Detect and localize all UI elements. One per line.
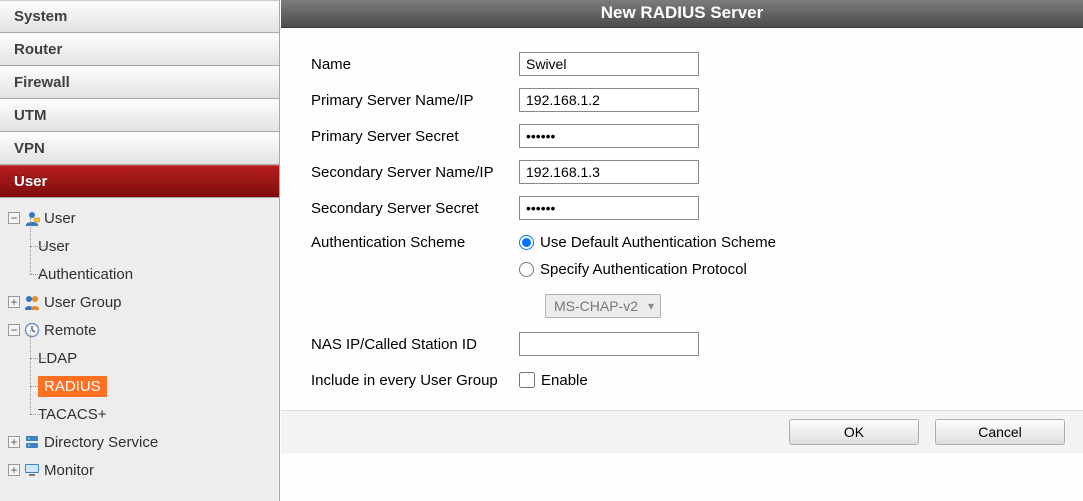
secondary-ip-input[interactable] [519,160,699,184]
nav-utm[interactable]: UTM [0,99,279,132]
tree-node-ldap[interactable]: LDAP [30,344,279,372]
auth-default-option[interactable]: Use Default Authentication Scheme [519,234,776,251]
tree-node-radius[interactable]: RADIUS [30,372,279,400]
ok-button[interactable]: OK [789,419,919,445]
auth-specify-label: Specify Authentication Protocol [540,261,747,278]
main-panel: New RADIUS Server Name Primary Server Na… [280,0,1083,501]
tree-node-remote[interactable]: − Remote [8,316,279,344]
auth-default-radio[interactable] [519,235,534,250]
tree-node-authentication[interactable]: Authentication [30,260,279,288]
clock-icon [24,322,40,338]
tree-node-user-group[interactable]: + User Group [8,288,279,316]
cancel-button[interactable]: Cancel [935,419,1065,445]
tree-label: Directory Service [44,434,158,451]
secondary-secret-input[interactable] [519,196,699,220]
tree-node-user-user[interactable]: User [30,232,279,260]
collapse-icon[interactable]: − [8,324,20,336]
include-enable-option[interactable]: Enable [519,372,588,389]
label-secondary-ip: Secondary Server Name/IP [311,164,519,181]
tree-node-tacacs[interactable]: TACACS+ [30,400,279,428]
nav-firewall[interactable]: Firewall [0,66,279,99]
tree-label: TACACS+ [38,406,107,423]
expand-icon[interactable]: + [8,436,20,448]
nav-router[interactable]: Router [0,33,279,66]
tree-label: RADIUS [44,378,101,395]
label-include: Include in every User Group [311,372,519,389]
label-secondary-secret: Secondary Server Secret [311,200,519,217]
tree-label: Authentication [38,266,133,283]
chevron-down-icon: ▾ [648,299,654,313]
primary-secret-input[interactable] [519,124,699,148]
primary-ip-input[interactable] [519,88,699,112]
label-primary-ip: Primary Server Name/IP [311,92,519,109]
auth-specify-option[interactable]: Specify Authentication Protocol [519,261,776,278]
label-name: Name [311,56,519,73]
tree-node-monitor[interactable]: + Monitor [8,456,279,484]
nav-system[interactable]: System [0,0,279,33]
auth-specify-radio[interactable] [519,262,534,277]
tree-label: User [38,238,70,255]
nas-input[interactable] [519,332,699,356]
group-icon [24,294,40,310]
nav-user[interactable]: User [0,165,279,198]
auth-default-label: Use Default Authentication Scheme [540,234,776,251]
tree-node-user[interactable]: − User [8,204,279,232]
tree-label: Monitor [44,462,94,479]
monitor-icon [24,462,40,478]
expand-icon[interactable]: + [8,464,20,476]
tree-label: User Group [44,294,122,311]
expand-icon[interactable]: + [8,296,20,308]
label-primary-secret: Primary Server Secret [311,128,519,145]
auth-protocol-value: MS-CHAP-v2 [554,298,638,314]
nav-vpn[interactable]: VPN [0,132,279,165]
tree-label: User [44,210,76,227]
user-icon [24,210,40,226]
tree-node-directory-service[interactable]: + Directory Service [8,428,279,456]
nav-user-tree: − User User Authentication + [0,198,279,494]
label-nas: NAS IP/Called Station ID [311,336,519,353]
sidebar: System Router Firewall UTM VPN User − Us… [0,0,280,501]
include-enable-label: Enable [541,372,588,389]
tree-label: LDAP [38,350,77,367]
tree-label: Remote [44,322,97,339]
collapse-icon[interactable]: − [8,212,20,224]
auth-protocol-select: MS-CHAP-v2 ▾ [545,294,661,318]
include-enable-checkbox[interactable] [519,372,535,388]
label-auth-scheme: Authentication Scheme [311,230,519,251]
name-input[interactable] [519,52,699,76]
panel-title: New RADIUS Server [281,0,1083,28]
button-bar: OK Cancel [281,410,1083,453]
server-icon [24,434,40,450]
